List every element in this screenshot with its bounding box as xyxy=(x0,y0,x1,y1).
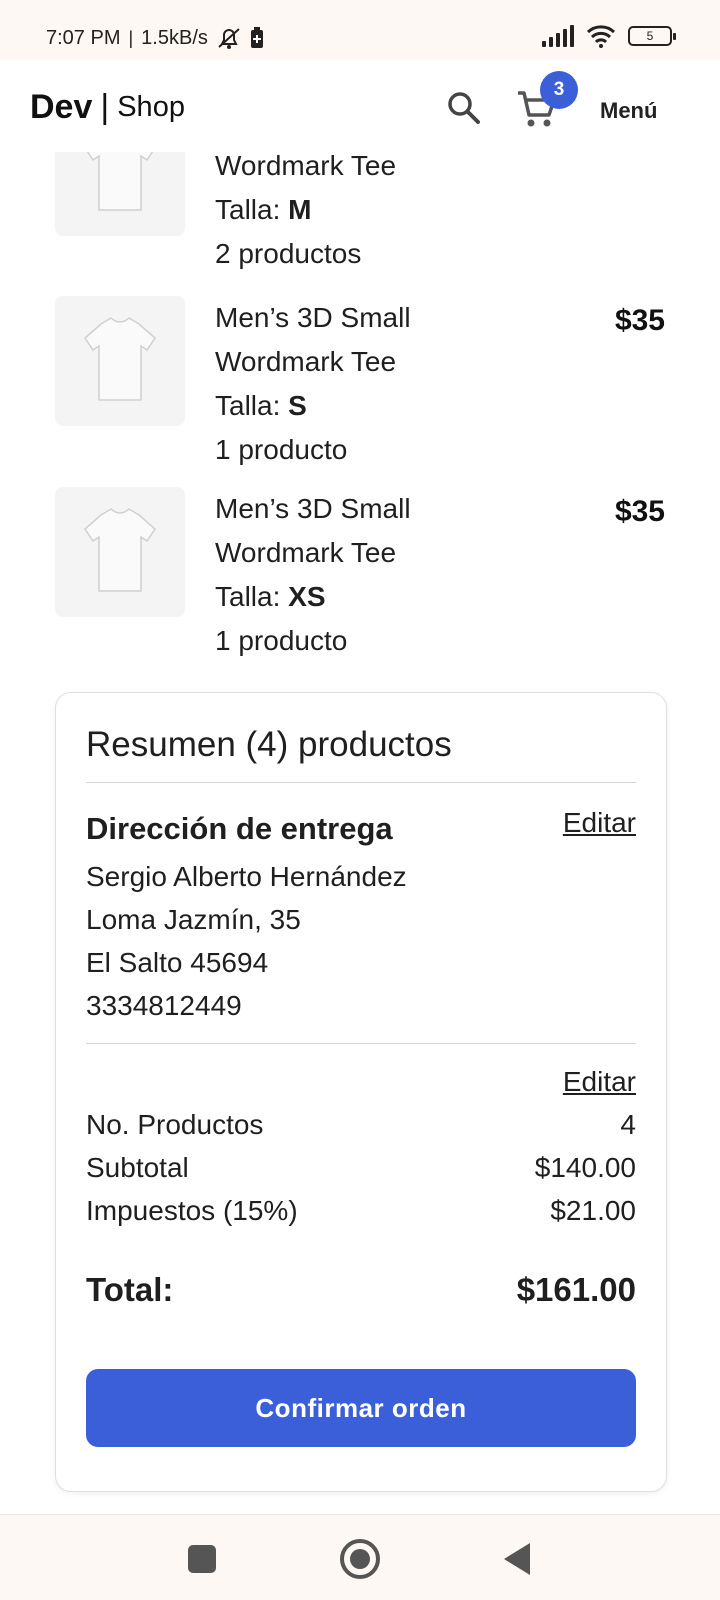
system-navigation-bar xyxy=(0,1514,720,1600)
product-size: Talla: S xyxy=(215,390,307,421)
tax-label: Impuestos (15%) xyxy=(86,1195,298,1226)
total-label: Total: xyxy=(86,1271,174,1308)
order-summary-card: Resumen (4) productos Dirección de entre… xyxy=(55,692,667,1492)
battery-indicator: 5 xyxy=(628,26,676,46)
subtotal-row: Subtotal $140.00 xyxy=(86,1152,636,1184)
product-image[interactable] xyxy=(55,296,185,426)
back-icon[interactable] xyxy=(504,1543,530,1575)
product-price: $35 xyxy=(614,304,665,337)
delivery-address-heading: Dirección de entrega xyxy=(86,811,393,846)
bell-off-icon xyxy=(218,28,240,49)
product-quantity: 1 producto xyxy=(215,625,348,656)
product-count-label: No. Productos xyxy=(86,1109,264,1140)
subtotal-label: Subtotal xyxy=(86,1152,189,1183)
tshirt-icon xyxy=(84,508,156,592)
product-price: $35 xyxy=(614,495,665,528)
address-phone: 3334812449 xyxy=(86,990,242,1021)
product-name-line2: Wordmark Tee xyxy=(215,537,397,568)
product-size: Talla: XS xyxy=(215,581,326,612)
status-right: 5 xyxy=(542,24,676,48)
subtotal-value: $140.00 xyxy=(534,1152,636,1183)
logo-dev: Dev xyxy=(30,88,93,126)
product-item: Men’s 3D Small Wordmark Tee Talla: XS 1 … xyxy=(55,487,665,657)
signal-icon xyxy=(542,25,574,47)
summary-title: Resumen (4) productos xyxy=(86,725,452,764)
wifi-icon xyxy=(586,25,616,48)
tax-row: Impuestos (15%) $21.00 xyxy=(86,1195,636,1227)
recent-apps-icon[interactable] xyxy=(188,1545,216,1573)
logo-separator: | xyxy=(100,88,110,126)
address-street: Loma Jazmín, 35 xyxy=(86,904,301,935)
status-time: 7:07 PM xyxy=(46,26,121,49)
menu-button[interactable]: Menú xyxy=(600,98,657,124)
divider xyxy=(86,782,636,783)
product-quantity: 1 producto xyxy=(215,434,348,465)
edit-address-link[interactable]: Editar xyxy=(563,807,636,839)
address-name: Sergio Alberto Hernández xyxy=(86,861,407,892)
product-quantity: 2 productos xyxy=(215,238,362,269)
battery-saver-icon xyxy=(250,27,263,48)
status-speed: 1.5kB/s xyxy=(141,26,208,49)
product-size: Talla: M xyxy=(215,194,312,225)
logo-shop: Shop xyxy=(117,91,185,123)
total-row: Total: $161.00 xyxy=(86,1271,636,1309)
home-icon[interactable] xyxy=(340,1539,380,1579)
product-name-line1: Men’s 3D Small xyxy=(215,302,411,333)
product-image[interactable] xyxy=(55,487,185,617)
logo[interactable]: Dev | Shop xyxy=(30,88,185,127)
search-icon[interactable] xyxy=(446,90,482,126)
product-name-line1: Men’s 3D Small xyxy=(215,493,411,524)
address-city: El Salto 45694 xyxy=(86,947,269,978)
top-nav: Dev | Shop 3 Menú xyxy=(0,60,720,152)
status-divider: | xyxy=(128,27,134,48)
product-item: Men’s 3D Small Wordmark Tee Talla: S 1 p… xyxy=(55,296,665,466)
product-count-value: 4 xyxy=(620,1109,636,1140)
product-count-row: No. Productos 4 xyxy=(86,1109,636,1141)
tshirt-icon xyxy=(84,317,156,401)
status-bar: 7:07 PM | 1.5kB/s 5 xyxy=(0,0,720,60)
cart-count-badge[interactable]: 3 xyxy=(540,71,578,109)
tax-value: $21.00 xyxy=(550,1195,636,1226)
product-name-line2: Wordmark Tee xyxy=(215,346,397,377)
divider xyxy=(86,1043,636,1044)
total-value: $161.00 xyxy=(516,1271,636,1308)
status-left: 7:07 PM | 1.5kB/s xyxy=(46,26,264,50)
confirm-order-button[interactable]: Confirmar orden xyxy=(86,1369,636,1447)
edit-cart-link[interactable]: Editar xyxy=(563,1066,636,1098)
